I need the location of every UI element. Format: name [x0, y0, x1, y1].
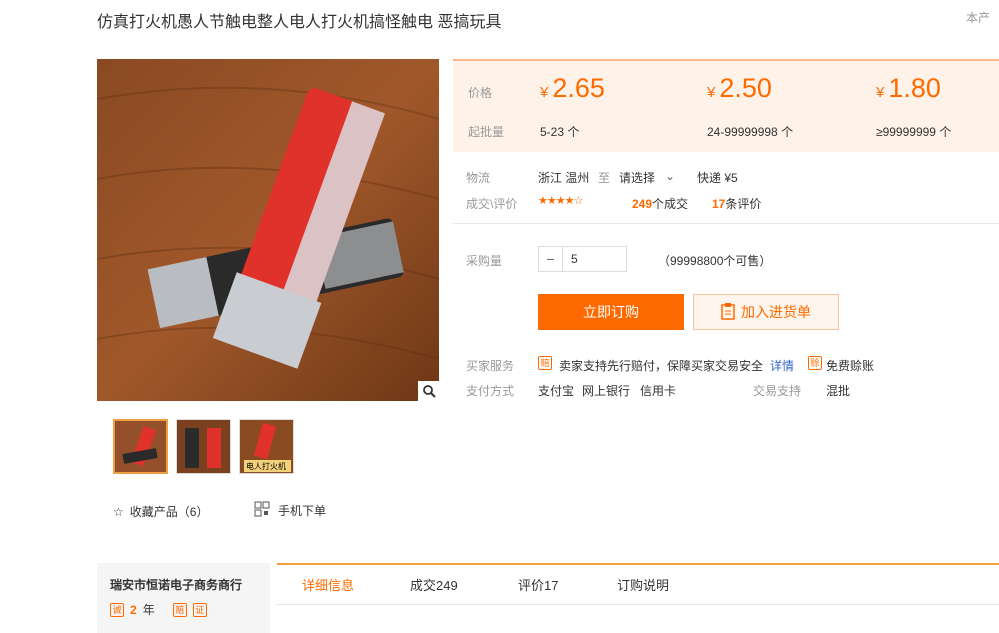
mobile-order[interactable]: 手机下单 [254, 501, 326, 520]
favorite-label: 收藏产品（6） [129, 505, 209, 519]
buyer-service-label: 买家服务 [466, 359, 515, 373]
rating-stars: ★★★★☆ [538, 195, 583, 207]
shop-years: 诚 2 年 赔 证 [110, 601, 207, 618]
price-tier-1: ¥2.65 [540, 73, 605, 103]
corner-text[interactable]: 本产 [966, 9, 990, 26]
deals-label: 成交\评价 [466, 197, 518, 211]
shop-card [97, 563, 270, 633]
logistics-label: 物流 [466, 171, 491, 185]
price-tier-2: ¥2.50 [707, 73, 772, 103]
batch-label: 起批量 [468, 125, 505, 139]
tab-detail-info[interactable]: 详细信息 [302, 575, 354, 594]
tab-order-notes[interactable]: 订购说明 [617, 575, 669, 594]
tab-deals[interactable]: 成交249 [410, 575, 458, 594]
tab-reviews[interactable]: 评价17 [518, 575, 558, 594]
trade-support-value: 混批 [826, 384, 851, 398]
review-count[interactable]: 17条评价 [712, 195, 761, 212]
add-to-cart-label: 加入进货单 [741, 304, 811, 320]
quantity-stepper: − 5 [538, 246, 627, 272]
clipboard-icon [721, 302, 735, 323]
credit-icon: 赊 [808, 355, 822, 370]
price-tier-3: ¥1.80 [876, 73, 941, 103]
add-to-cart-button[interactable]: 加入进货单 [693, 294, 839, 330]
quantity-minus-button[interactable]: − [539, 247, 563, 271]
pay-method-bank: 网上银行 [582, 384, 631, 398]
thumbnail-1[interactable] [113, 419, 168, 474]
years-icon: 诚 [110, 602, 124, 617]
batch-range-3: ≥99999999 个 [876, 125, 952, 139]
shipping-fee: 快递 ¥5 [697, 171, 738, 185]
star-outline-icon: ☆ [113, 504, 124, 519]
thumbnail-caption: 电人打火机 [246, 462, 286, 471]
certificate-icon: 证 [192, 602, 207, 617]
price-panel: 价格 起批量 ¥2.65 ¥2.50 ¥1.80 5-23 个 24-99999… [453, 59, 999, 152]
detail-link[interactable]: 详情 [770, 357, 794, 374]
price-label: 价格 [468, 86, 493, 100]
free-credit-text[interactable]: 免费赊账 [826, 357, 874, 374]
shop-name[interactable]: 瑞安市恒诺电子商务商行 [110, 576, 242, 593]
thumbnail-3[interactable]: 电人打火机 [239, 419, 294, 474]
sold-count[interactable]: 249个成交 [632, 195, 688, 212]
batch-range-2: 24-99999998 个 [707, 125, 794, 139]
guarantee-icon: 赔 [538, 355, 552, 370]
ship-to-word: 至 [598, 171, 611, 185]
destination-select[interactable]: 请选择 ⌄ [619, 169, 675, 186]
thumbnail-2[interactable] [176, 419, 231, 474]
zoom-icon[interactable] [418, 381, 439, 401]
guarantee-badge-icon: 赔 [172, 602, 187, 617]
available-stock: （99998800个可售） [658, 254, 772, 268]
trade-support-label: 交易支持 [753, 384, 802, 398]
favorite-product[interactable]: ☆ 收藏产品（6） [113, 503, 208, 520]
pay-method-credit: 信用卡 [640, 384, 677, 398]
product-title: 仿真打火机愚人节触电整人电人打火机搞怪触电 恶搞玩具 [97, 14, 502, 31]
qrcode-icon [254, 501, 270, 520]
divider [453, 223, 999, 224]
ship-from: 浙江 温州 [538, 171, 590, 185]
pay-method-alipay: 支付宝 [538, 384, 575, 398]
buy-now-button[interactable]: 立即订购 [538, 294, 684, 330]
payment-label: 支付方式 [466, 384, 515, 398]
batch-range-1: 5-23 个 [540, 125, 580, 139]
quantity-input[interactable]: 5 [563, 247, 578, 271]
destination-select-label: 请选择 [619, 171, 656, 185]
quantity-label: 采购量 [466, 254, 503, 268]
main-product-image[interactable] [97, 59, 439, 401]
mobile-order-label: 手机下单 [278, 504, 327, 518]
chevron-down-icon: ⌄ [665, 169, 676, 183]
buyer-service-text: 卖家支持先行赔付，保障买家交易安全 [559, 359, 764, 373]
